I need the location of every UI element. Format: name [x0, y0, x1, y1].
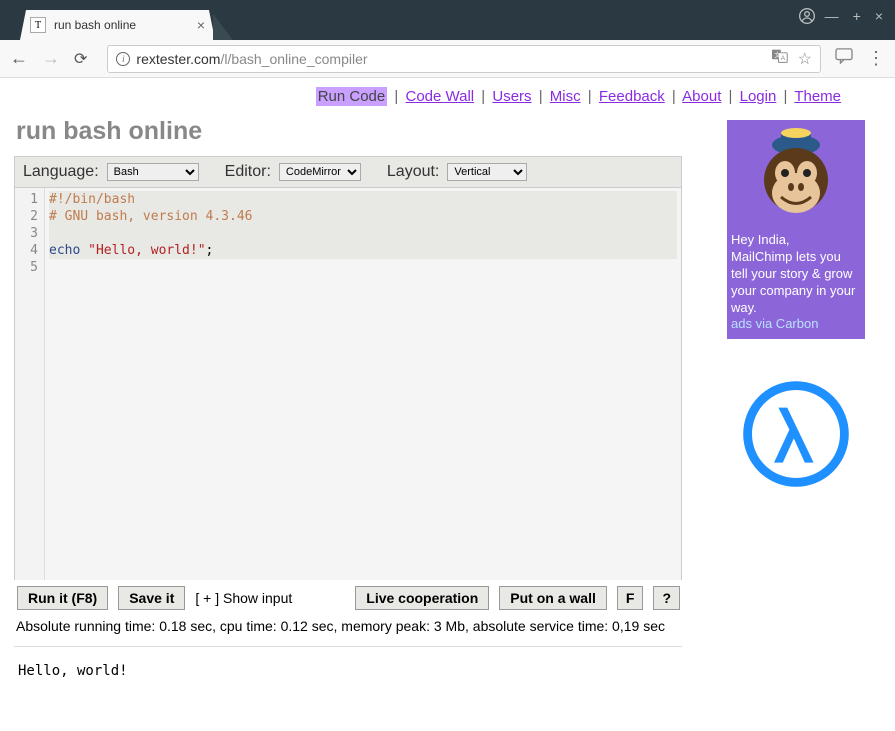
code-editor[interactable]: 1 2 3 4 5 #!/bin/bash # GNU bash, versio…	[14, 188, 682, 580]
nav-code-wall[interactable]: Code Wall	[405, 88, 474, 105]
ad-body: MailChimp lets you tell your story & gro…	[731, 249, 861, 317]
window-controls: — + ×	[825, 8, 883, 24]
close-window-icon[interactable]: ×	[875, 8, 883, 24]
nav-about[interactable]: About	[682, 88, 721, 105]
bookmark-star-icon[interactable]: ☆	[798, 49, 812, 69]
editor-select[interactable]: CodeMirror	[279, 163, 361, 181]
nav-users[interactable]: Users	[492, 88, 531, 105]
sidebar: Hey India, MailChimp lets you tell your …	[727, 120, 865, 494]
save-button[interactable]: Save it	[118, 586, 185, 610]
speech-bubble-icon[interactable]	[835, 48, 853, 69]
controls-bar: Language: Bash Editor: CodeMirror Layout…	[14, 156, 682, 188]
tab-strip: T run bash online ×	[0, 8, 895, 40]
lambda-logo[interactable]	[727, 379, 865, 494]
reload-button[interactable]: ⟳	[74, 49, 87, 69]
code-area[interactable]: #!/bin/bash # GNU bash, version 4.3.46 e…	[45, 188, 681, 580]
language-select[interactable]: Bash	[107, 163, 199, 181]
url-host: rextester.com	[136, 51, 220, 67]
minimize-icon[interactable]: —	[825, 8, 839, 24]
url-path: /l/bash_online_compiler	[220, 51, 367, 67]
browser-toolbar: ← → ⟳ i rextester.com /l/bash_online_com…	[0, 40, 895, 78]
nav-run-code[interactable]: Run Code	[316, 87, 388, 106]
editor-label: Editor:	[225, 163, 271, 181]
ad-image	[727, 120, 865, 230]
top-nav: Run Code | Code Wall | Users | Misc | Fe…	[14, 78, 881, 113]
tab-close-icon[interactable]: ×	[197, 17, 205, 33]
address-bar[interactable]: i rextester.com /l/bash_online_compiler …	[107, 45, 821, 73]
site-info-icon[interactable]: i	[116, 52, 130, 66]
ad-via[interactable]: ads via Carbon	[731, 316, 861, 333]
line-gutter: 1 2 3 4 5	[15, 188, 45, 580]
help-button[interactable]: ?	[653, 586, 680, 610]
nav-login[interactable]: Login	[740, 88, 777, 105]
new-tab-hint[interactable]	[213, 14, 233, 40]
tab-title: run bash online	[54, 18, 197, 32]
profile-icon[interactable]	[799, 8, 815, 29]
ad-headline: Hey India,	[731, 232, 861, 249]
maximize-icon[interactable]: +	[853, 8, 861, 24]
layout-select[interactable]: Vertical	[447, 163, 527, 181]
browser-tab[interactable]: T run bash online ×	[20, 10, 215, 40]
nav-theme[interactable]: Theme	[794, 88, 841, 105]
tab-favicon: T	[30, 17, 46, 33]
language-label: Language:	[23, 163, 99, 181]
run-stats: Absolute running time: 0.18 sec, cpu tim…	[14, 616, 682, 647]
nav-feedback[interactable]: Feedback	[599, 88, 665, 105]
nav-misc[interactable]: Misc	[550, 88, 581, 105]
show-input-toggle[interactable]: [ + ] Show input	[195, 590, 292, 606]
action-bar: Run it (F8) Save it [ + ] Show input Liv…	[14, 580, 682, 616]
put-wall-button[interactable]: Put on a wall	[499, 586, 607, 610]
translate-icon[interactable]: 文A	[772, 49, 788, 68]
forward-button[interactable]: →	[42, 48, 60, 69]
output-area: Hello, world!	[14, 647, 881, 695]
live-coop-button[interactable]: Live cooperation	[355, 586, 489, 610]
page-content: Run Code | Code Wall | Users | Misc | Fe…	[0, 78, 895, 731]
run-button[interactable]: Run it (F8)	[17, 586, 108, 610]
layout-label: Layout:	[387, 163, 439, 181]
fullscreen-button[interactable]: F	[617, 586, 644, 610]
svg-text:A: A	[780, 55, 785, 62]
ad-box[interactable]: Hey India, MailChimp lets you tell your …	[727, 120, 865, 339]
back-button[interactable]: ←	[10, 48, 28, 69]
kebab-menu-icon[interactable]: ⋮	[867, 48, 885, 69]
